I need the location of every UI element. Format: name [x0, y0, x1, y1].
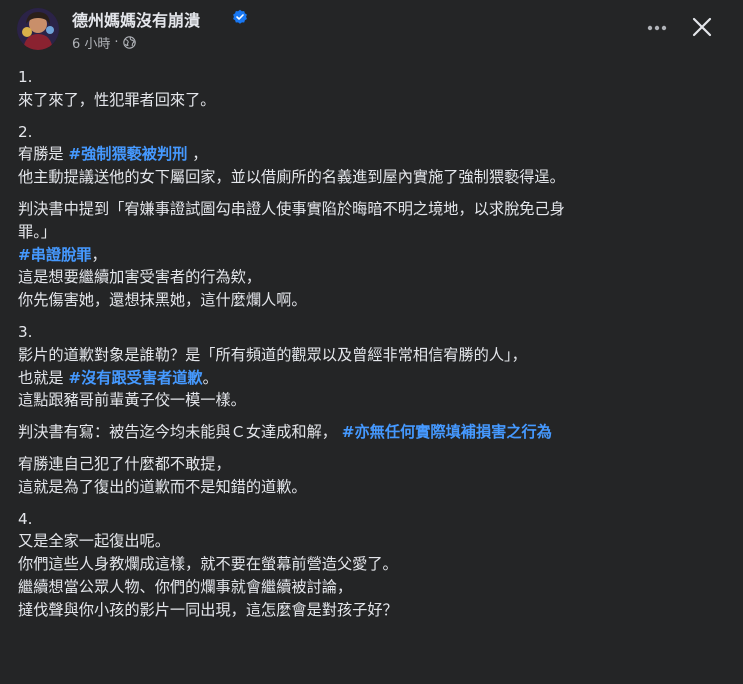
text-fragment: ，: [187, 145, 208, 164]
text-line: 宥勝連自己犯了什麼都不敢提，: [18, 454, 231, 473]
author-name[interactable]: 德州媽媽沒有崩潰: [72, 7, 200, 31]
text-line: 判決書有寫：被告迄今均未能與Ｃ女達成和解， #亦無任何實際填補損害之行為: [18, 421, 718, 444]
text-line: 這是想要繼續加害受害者的行為欸，: [18, 268, 261, 287]
text-line: 撻伐聲與你小孩的影片一同出現，這怎麼會是對孩子好？: [18, 600, 398, 619]
verified-badge-icon: [233, 9, 247, 24]
text-line: 宥勝是 #強制猥褻被判刑 ，: [18, 143, 718, 166]
text-line: 又是全家一起復出呢。: [18, 532, 170, 551]
paragraph-4: 3. 影片的道歉對象是誰勒？是「所有頻道的觀眾以及曾經非常相信宥勝的人」， 也就…: [18, 321, 718, 412]
text-fragment: 。: [202, 368, 218, 387]
paragraph-1: 1. 來了來了，性犯罪者回來了。: [18, 66, 718, 112]
text-line: 這就是為了復出的道歉而不是知錯的道歉。: [18, 477, 307, 496]
text-line: 罪。」: [18, 222, 56, 241]
text-line: 判決書中提到「宥嫌事證試圖勾串證人使事實陷於晦暗不明之境地，以求脫免己身: [18, 199, 565, 218]
text-line: 他主動提議送他的女下屬回家，並以借廁所的名義進到屋內實施了強制猥褻得逞。: [18, 168, 565, 187]
text-line: 你們這些人身教爛成這樣，就不要在螢幕前營造父愛了。: [18, 555, 398, 574]
text-line: #串證脫罪，: [18, 244, 718, 267]
text-line: 繼續想當公眾人物、你們的爛事就會繼續被討論，: [18, 577, 353, 596]
text-line: 這點跟豬哥前輩黃子佼一模一樣。: [18, 391, 246, 410]
avatar-image: [17, 8, 59, 50]
close-button[interactable]: [684, 9, 720, 45]
text-fragment: 也就是: [18, 368, 69, 387]
hashtag-link[interactable]: #沒有跟受害者道歉: [68, 369, 202, 387]
close-icon: [692, 17, 712, 37]
text-fragment: 宥勝是: [18, 145, 69, 164]
section-number: 2.: [18, 122, 33, 141]
text-line: 來了來了，性犯罪者回來了。: [18, 90, 216, 109]
post-meta: 6 小時 ·: [72, 33, 136, 52]
paragraph-7: 4. 又是全家一起復出呢。 你們這些人身教爛成這樣，就不要在螢幕前營造父愛了。 …: [18, 508, 718, 622]
globe-icon: [122, 36, 136, 49]
meta-separator: ·: [114, 35, 119, 50]
paragraph-5: 判決書有寫：被告迄今均未能與Ｃ女達成和解， #亦無任何實際填補損害之行為: [18, 421, 718, 444]
section-number: 4.: [18, 509, 33, 528]
text-fragment: 判決書有寫：被告迄今均未能與Ｃ女達成和解，: [18, 423, 342, 442]
text-fragment: ，: [91, 245, 107, 264]
hashtag-link[interactable]: #強制猥褻被判刑: [68, 145, 187, 163]
hashtag-link[interactable]: #亦無任何實際填補損害之行為: [342, 423, 552, 441]
paragraph-6: 宥勝連自己犯了什麼都不敢提， 這就是為了復出的道歉而不是知錯的道歉。: [18, 453, 718, 499]
text-line: 你先傷害她，還想抹黑她，這什麼爛人啊。: [18, 291, 307, 310]
section-number: 3.: [18, 322, 33, 341]
more-horizontal-icon: [647, 25, 667, 31]
section-number: 1.: [18, 68, 33, 86]
post-header: 德州媽媽沒有崩潰 6 小時 ·: [0, 0, 743, 60]
hashtag-link[interactable]: #串證脫罪: [18, 246, 91, 264]
post-time[interactable]: 6 小時: [72, 33, 110, 52]
paragraph-3: 判決書中提到「宥嫌事證試圖勾串證人使事實陷於晦暗不明之境地，以求脫免己身 罪。」…: [18, 198, 718, 312]
text-line: 也就是 #沒有跟受害者道歉。: [18, 367, 718, 390]
paragraph-2: 2. 宥勝是 #強制猥褻被判刑 ， 他主動提議送他的女下屬回家，並以借廁所的名義…: [18, 121, 718, 189]
post-body: 1. 來了來了，性犯罪者回來了。 2. 宥勝是 #強制猥褻被判刑 ， 他主動提議…: [18, 66, 718, 631]
avatar[interactable]: [17, 8, 59, 50]
more-options-button[interactable]: [640, 11, 674, 45]
text-line: 影片的道歉對象是誰勒？是「所有頻道的觀眾以及曾經非常相信宥勝的人」，: [18, 345, 527, 364]
